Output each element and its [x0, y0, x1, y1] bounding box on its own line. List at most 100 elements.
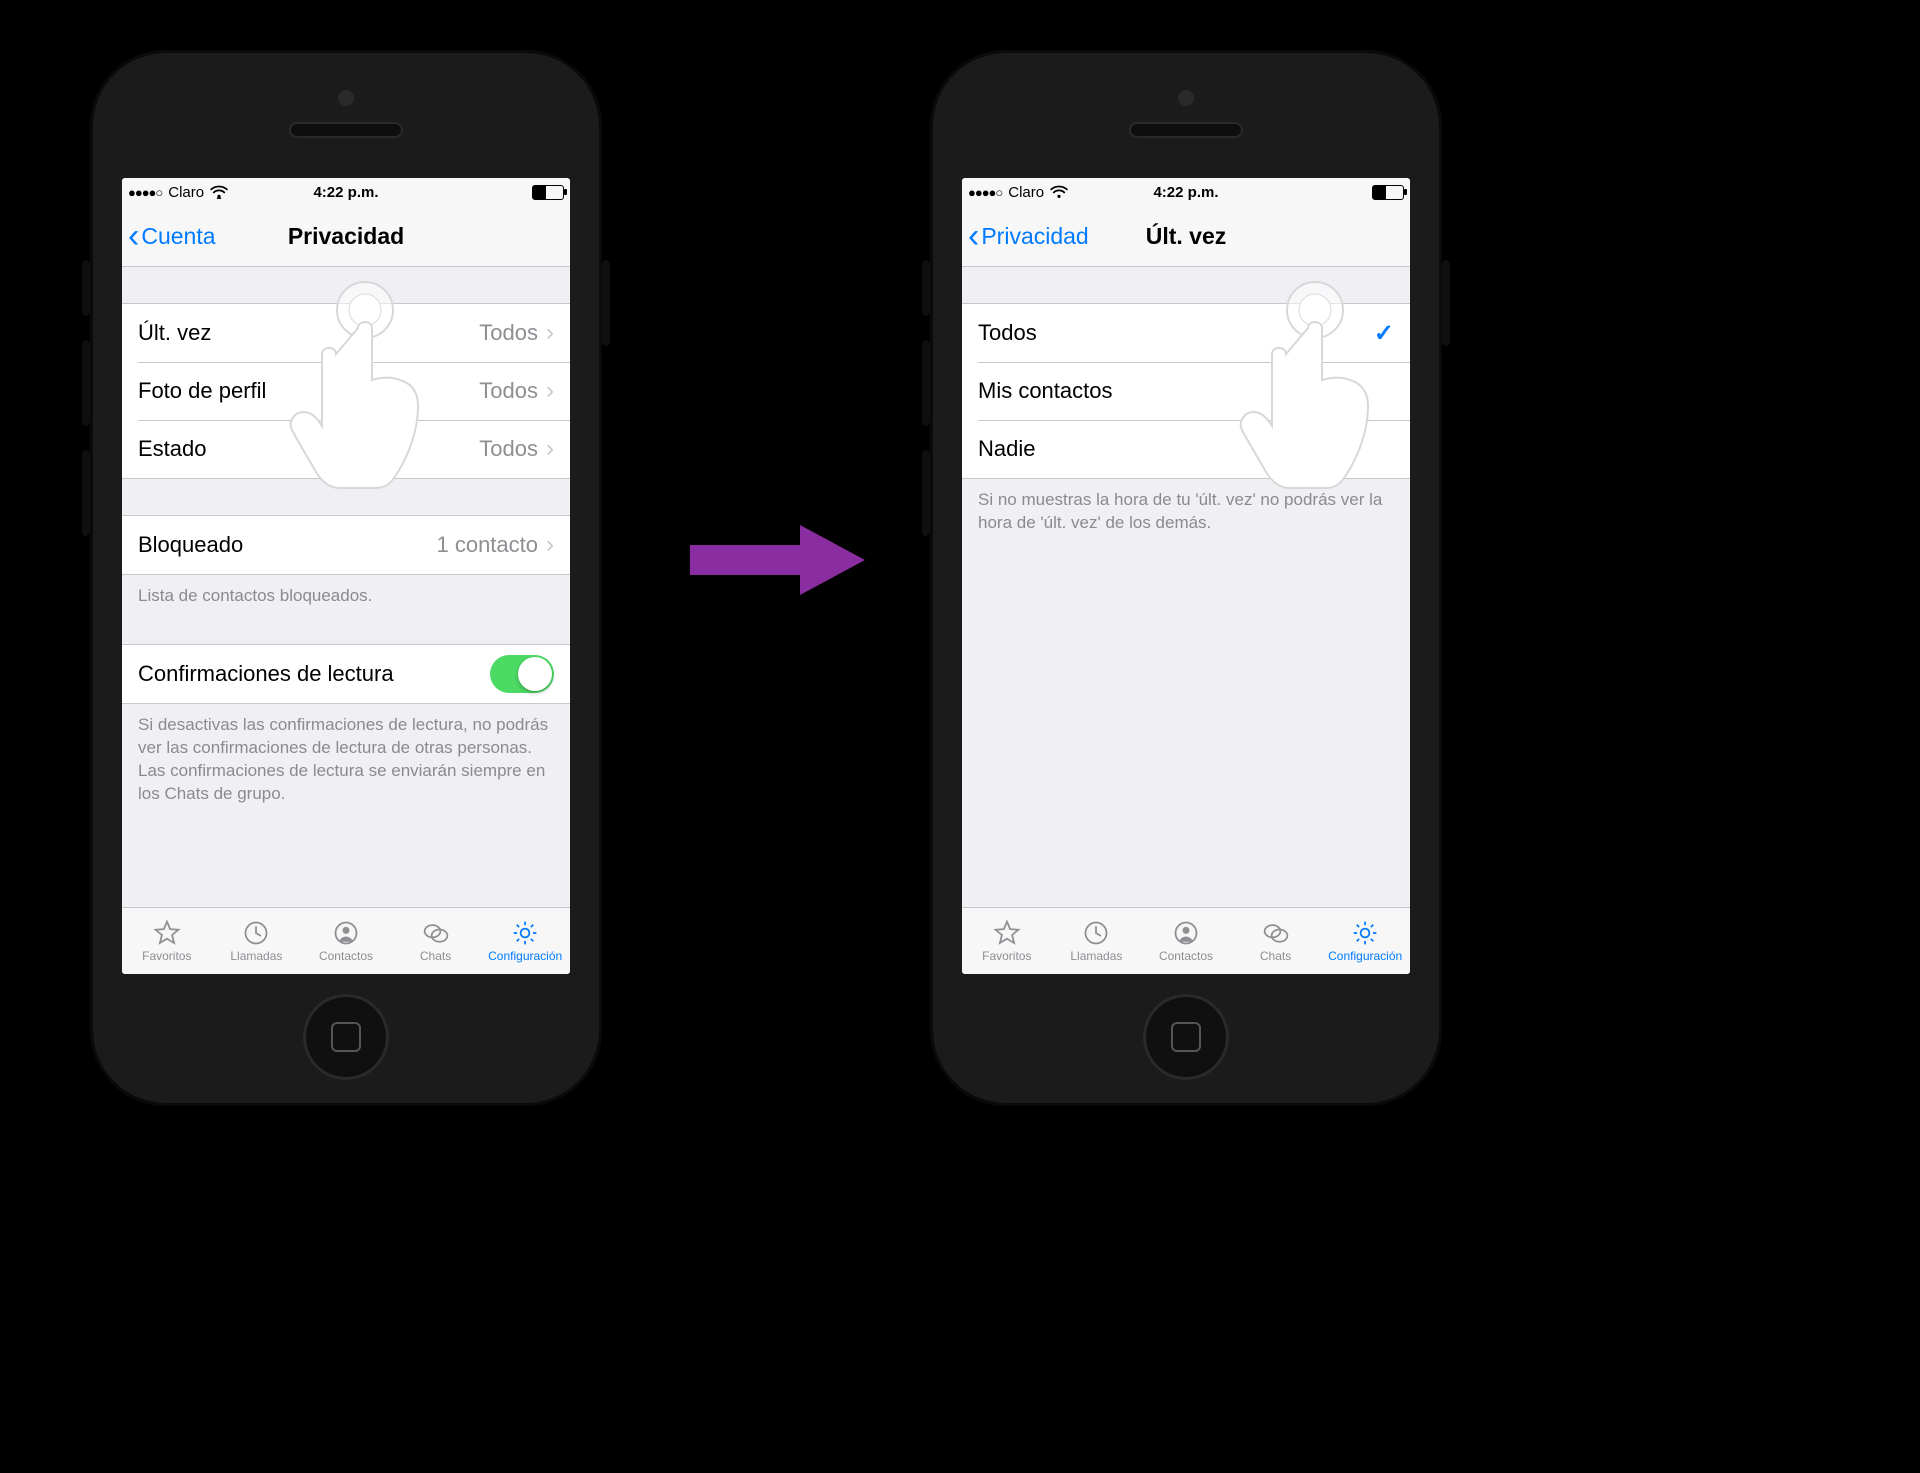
- row-value: Todos: [479, 378, 538, 404]
- tab-label: Llamadas: [230, 949, 282, 963]
- option-label: Mis contactos: [978, 378, 1394, 404]
- gear-icon: [1350, 919, 1380, 947]
- earpiece-speaker: [1129, 122, 1243, 138]
- contact-icon: [1171, 919, 1201, 947]
- row-blocked[interactable]: Bloqueado 1 contacto ›: [122, 515, 570, 575]
- screen-privacy: ●●●●○ Claro 4:22 p.m. ‹ Cuenta: [122, 178, 570, 974]
- row-label: Estado: [138, 436, 479, 462]
- mute-switch[interactable]: [922, 260, 930, 316]
- home-button[interactable]: [303, 994, 389, 1080]
- status-bar: ●●●●○ Claro 4:22 p.m.: [122, 178, 570, 206]
- chevron-right-icon: ›: [546, 319, 554, 347]
- back-button[interactable]: ‹ Cuenta: [122, 219, 216, 253]
- carrier-label: Claro: [1008, 184, 1044, 201]
- home-button[interactable]: [1143, 994, 1229, 1080]
- tab-chats[interactable]: Chats: [391, 908, 481, 974]
- star-icon: [992, 919, 1022, 947]
- volume-down-button[interactable]: [922, 450, 930, 536]
- privacy-group-read-receipts: Confirmaciones de lectura: [122, 644, 570, 704]
- tab-settings[interactable]: Configuración: [480, 908, 570, 974]
- row-profile-photo[interactable]: Foto de perfil Todos ›: [122, 362, 570, 420]
- option-my-contacts[interactable]: Mis contactos: [962, 362, 1410, 420]
- mute-switch[interactable]: [82, 260, 90, 316]
- chats-icon: [421, 919, 451, 947]
- wifi-icon: [1050, 185, 1068, 199]
- tab-contacts[interactable]: Contactos: [1141, 908, 1231, 974]
- option-everyone[interactable]: Todos ✓: [962, 303, 1410, 362]
- screen-last-seen: ●●●●○ Claro 4:22 p.m. ‹ Privacidad: [962, 178, 1410, 974]
- stage: ●●●●○ Claro 4:22 p.m. ‹ Cuenta: [0, 0, 1920, 1473]
- read-receipts-footer: Si desactivas las confirmaciones de lect…: [122, 704, 570, 806]
- last-seen-options: Todos ✓ Mis contactos Nadie: [962, 303, 1410, 479]
- status-bar: ●●●●○ Claro 4:22 p.m.: [962, 178, 1410, 206]
- row-value: Todos: [479, 320, 538, 346]
- row-value: Todos: [479, 436, 538, 462]
- tab-label: Chats: [1260, 949, 1291, 963]
- navbar: ‹ Cuenta Privacidad: [122, 206, 570, 267]
- carrier-label: Claro: [168, 184, 204, 201]
- power-button[interactable]: [602, 260, 610, 346]
- clock-label: 4:22 p.m.: [1113, 184, 1258, 201]
- tab-settings[interactable]: Configuración: [1320, 908, 1410, 974]
- back-button[interactable]: ‹ Privacidad: [962, 219, 1089, 253]
- chevron-right-icon: ›: [546, 435, 554, 463]
- volume-up-button[interactable]: [82, 340, 90, 426]
- tab-label: Favoritos: [142, 949, 191, 963]
- gear-icon: [510, 919, 540, 947]
- chevron-left-icon: ‹: [968, 219, 979, 253]
- front-camera: [1178, 90, 1194, 106]
- row-label: Confirmaciones de lectura: [138, 661, 490, 687]
- tab-label: Configuración: [1328, 949, 1402, 963]
- signal-dots: ●●●●○: [128, 185, 162, 200]
- clock-icon: [1081, 919, 1111, 947]
- last-seen-footer: Si no muestras la hora de tu 'últ. vez' …: [962, 479, 1410, 535]
- privacy-group-blocked: Bloqueado 1 contacto ›: [122, 515, 570, 575]
- blocked-footer: Lista de contactos bloqueados.: [122, 575, 570, 608]
- row-label: Últ. vez: [138, 320, 479, 346]
- volume-up-button[interactable]: [922, 340, 930, 426]
- phone-right: ●●●●○ Claro 4:22 p.m. ‹ Privacidad: [930, 50, 1442, 1106]
- volume-down-button[interactable]: [82, 450, 90, 536]
- tab-label: Contactos: [1159, 949, 1213, 963]
- back-label: Privacidad: [981, 223, 1088, 250]
- chats-icon: [1261, 919, 1291, 947]
- tab-chats[interactable]: Chats: [1231, 908, 1321, 974]
- clock-label: 4:22 p.m.: [273, 184, 418, 201]
- tab-contacts[interactable]: Contactos: [301, 908, 391, 974]
- battery-icon: [1372, 185, 1404, 200]
- navbar: ‹ Privacidad Últ. vez: [962, 206, 1410, 267]
- phone-left: ●●●●○ Claro 4:22 p.m. ‹ Cuenta: [90, 50, 602, 1106]
- contact-icon: [331, 919, 361, 947]
- read-receipts-switch[interactable]: [490, 655, 554, 693]
- tab-bar: Favoritos Llamadas Contactos Chats: [962, 907, 1410, 974]
- chevron-left-icon: ‹: [128, 219, 139, 253]
- tab-label: Configuración: [488, 949, 562, 963]
- wifi-icon: [210, 185, 228, 199]
- next-step-arrow-icon: [690, 520, 870, 600]
- row-last-seen[interactable]: Últ. vez Todos ›: [122, 303, 570, 362]
- battery-icon: [532, 185, 564, 200]
- tab-calls[interactable]: Llamadas: [212, 908, 302, 974]
- tab-favorites[interactable]: Favoritos: [962, 908, 1052, 974]
- checkmark-icon: ✓: [1374, 319, 1394, 348]
- privacy-group-visibility: Últ. vez Todos › Foto de perfil Todos › …: [122, 303, 570, 479]
- option-label: Todos: [978, 320, 1374, 346]
- option-label: Nadie: [978, 436, 1394, 462]
- option-nobody[interactable]: Nadie: [962, 420, 1410, 479]
- row-label: Foto de perfil: [138, 378, 479, 404]
- back-label: Cuenta: [141, 223, 215, 250]
- row-label: Bloqueado: [138, 532, 436, 558]
- power-button[interactable]: [1442, 260, 1450, 346]
- row-read-receipts[interactable]: Confirmaciones de lectura: [122, 644, 570, 704]
- tab-favorites[interactable]: Favoritos: [122, 908, 212, 974]
- star-icon: [152, 919, 182, 947]
- signal-dots: ●●●●○: [968, 185, 1002, 200]
- row-status[interactable]: Estado Todos ›: [122, 420, 570, 479]
- clock-icon: [241, 919, 271, 947]
- earpiece-speaker: [289, 122, 403, 138]
- tab-calls[interactable]: Llamadas: [1052, 908, 1142, 974]
- tab-bar: Favoritos Llamadas Contactos Chats: [122, 907, 570, 974]
- row-value: 1 contacto: [436, 532, 538, 558]
- chevron-right-icon: ›: [546, 377, 554, 405]
- front-camera: [338, 90, 354, 106]
